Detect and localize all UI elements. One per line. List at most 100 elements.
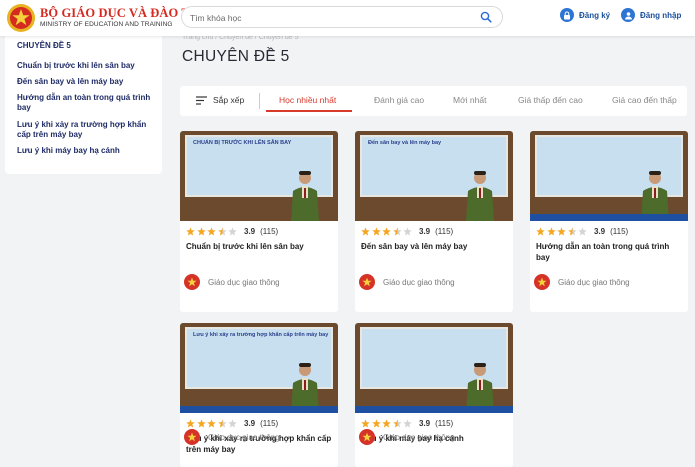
search-box[interactable]	[181, 6, 503, 28]
course-thumbnail[interactable]	[355, 323, 513, 413]
star-icon	[392, 227, 402, 236]
star-icon	[196, 419, 206, 428]
ministry-logo-icon[interactable]	[6, 3, 36, 33]
star-icon	[207, 419, 216, 428]
publisher-name: Giáo dục giao thông	[208, 432, 280, 442]
publisher-logo-icon	[184, 274, 200, 290]
rating-count: (115)	[435, 419, 454, 428]
instructor-figure	[466, 171, 494, 221]
course-card[interactable]: 3.9 (115) Lưu ý khi máy bay hạ cánh Giáo…	[355, 323, 513, 467]
tab-top-rated[interactable]: Đánh giá cao	[374, 95, 424, 105]
page-title: CHUYÊN ĐỀ 5	[182, 48, 290, 65]
publisher-name: Giáo dục giao thông	[208, 277, 280, 287]
star-icon	[361, 227, 370, 236]
tab-newest[interactable]: Mới nhất	[453, 95, 486, 105]
publisher-logo-icon	[184, 429, 200, 445]
rating: 3.9 (115)	[361, 227, 453, 236]
rating-value: 3.9	[419, 419, 431, 428]
publisher[interactable]: Giáo dục giao thông	[184, 429, 280, 445]
course-title[interactable]: Chuẩn bị trước khi lên sân bay	[186, 241, 332, 252]
sort-label: Sắp xếp	[213, 95, 245, 105]
register-button[interactable]: Đăng ký	[560, 8, 610, 22]
video-caption-strip	[355, 406, 513, 413]
publisher-logo-icon	[359, 274, 375, 290]
publisher-name: Giáo dục giao thông	[383, 277, 455, 287]
rating-count: (115)	[260, 227, 279, 236]
board-text: Đến sân bay và lên máy bay	[368, 140, 442, 146]
publisher-name: Giáo dục giao thông	[383, 432, 455, 442]
search-input[interactable]	[190, 10, 470, 25]
video-caption-strip	[180, 406, 338, 413]
topic-sidebar: CHUYÊN ĐỀ 5 Chuẩn bị trước khi lên sân b…	[5, 36, 162, 174]
course-card[interactable]: Đến sân bay và lên máy bay 3.9 (115) Đến…	[355, 131, 513, 312]
login-button[interactable]: Đăng nhập	[621, 8, 681, 22]
course-card[interactable]: Lưu ý khi xảy ra trường hợp khẩn cấp trê…	[180, 323, 338, 467]
star-rating	[186, 419, 237, 428]
board-text: CHUẨN BỊ TRƯỚC KHI LÊN SÂN BAY	[193, 140, 292, 146]
star-icon	[403, 227, 412, 236]
sidebar-title: CHUYÊN ĐỀ 5	[17, 41, 71, 50]
publisher[interactable]: Giáo dục giao thông	[184, 274, 280, 290]
tab-price-low-high[interactable]: Giá thấp đến cao	[518, 95, 583, 105]
rating-value: 3.9	[244, 419, 256, 428]
star-icon	[536, 227, 545, 236]
course-title[interactable]: Đến sân bay và lên máy bay	[361, 241, 507, 252]
publisher-logo-icon	[359, 429, 375, 445]
sidebar-list: Chuẩn bị trước khi lên sân bay Đến sân b…	[17, 61, 159, 162]
star-icon	[207, 227, 216, 236]
rating: 3.9 (115)	[186, 227, 278, 236]
star-icon	[371, 227, 381, 236]
sidebar-item[interactable]: Chuẩn bị trước khi lên sân bay	[17, 61, 159, 71]
publisher[interactable]: Giáo dục giao thông	[359, 429, 455, 445]
publisher[interactable]: Giáo dục giao thông	[534, 274, 630, 290]
publisher-name: Giáo dục giao thông	[558, 277, 630, 287]
sort-bar: Sắp xếp Học nhiều nhất Đánh giá cao Mới …	[180, 86, 687, 116]
course-card[interactable]: 3.9 (115) Hướng dẫn an toàn trong quá tr…	[530, 131, 688, 312]
tab-most-learned[interactable]: Học nhiều nhất	[279, 95, 336, 105]
star-icon	[186, 227, 195, 236]
rating-value: 3.9	[244, 227, 256, 236]
star-rating	[536, 227, 587, 236]
course-thumbnail[interactable]: Đến sân bay và lên máy bay	[355, 131, 513, 221]
course-thumbnail[interactable]: Lưu ý khi xảy ra trường hợp khẩn cấp trê…	[180, 323, 338, 413]
star-icon	[228, 227, 237, 236]
star-icon	[567, 227, 577, 236]
course-thumbnail[interactable]	[530, 131, 688, 221]
rating: 3.9 (115)	[536, 227, 628, 236]
star-icon	[382, 419, 391, 428]
rating-count: (115)	[260, 419, 279, 428]
login-label: Đăng nhập	[640, 10, 682, 20]
sidebar-item[interactable]: Lưu ý khi máy bay hạ cánh	[17, 146, 159, 156]
star-icon	[546, 227, 556, 236]
search-icon[interactable]	[480, 11, 492, 23]
top-header: BỘ GIÁO DỤC VÀ ĐÀO TẠO MINISTRY OF EDUCA…	[0, 0, 695, 36]
rating: 3.9 (115)	[186, 419, 278, 428]
star-icon	[578, 227, 587, 236]
star-icon	[186, 419, 195, 428]
publisher[interactable]: Giáo dục giao thông	[359, 274, 455, 290]
course-thumbnail[interactable]: CHUẨN BỊ TRƯỚC KHI LÊN SÂN BAY	[180, 131, 338, 221]
sort-icon	[196, 95, 207, 105]
rating: 3.9 (115)	[361, 419, 453, 428]
user-icon	[621, 8, 635, 22]
star-rating	[361, 227, 412, 236]
course-title[interactable]: Hướng dẫn an toàn trong quá trình bay	[536, 241, 682, 263]
star-icon	[196, 227, 206, 236]
rating-count: (115)	[610, 227, 629, 236]
star-rating	[361, 419, 412, 428]
star-icon	[392, 419, 402, 428]
star-icon	[217, 419, 227, 428]
board-text: Lưu ý khi xảy ra trường hợp khẩn cấp trê…	[193, 332, 329, 338]
sidebar-item[interactable]: Đến sân bay và lên máy bay	[17, 77, 159, 87]
sort-button[interactable]: Sắp xếp	[196, 95, 244, 105]
rating-count: (115)	[435, 227, 454, 236]
course-card[interactable]: CHUẨN BỊ TRƯỚC KHI LÊN SÂN BAY 3.9 (115)…	[180, 131, 338, 312]
active-tab-underline	[266, 110, 352, 112]
lock-icon	[560, 8, 574, 22]
instructor-figure	[291, 171, 319, 221]
sidebar-item[interactable]: Hướng dẫn an toàn trong quá trình bay	[17, 93, 159, 113]
star-icon	[228, 419, 237, 428]
tab-price-high-low[interactable]: Giá cao đến thấp	[612, 95, 677, 105]
sidebar-item[interactable]: Lưu ý khi xảy ra trường hợp khẩn cấp trê…	[17, 120, 159, 140]
register-label: Đăng ký	[579, 10, 611, 20]
